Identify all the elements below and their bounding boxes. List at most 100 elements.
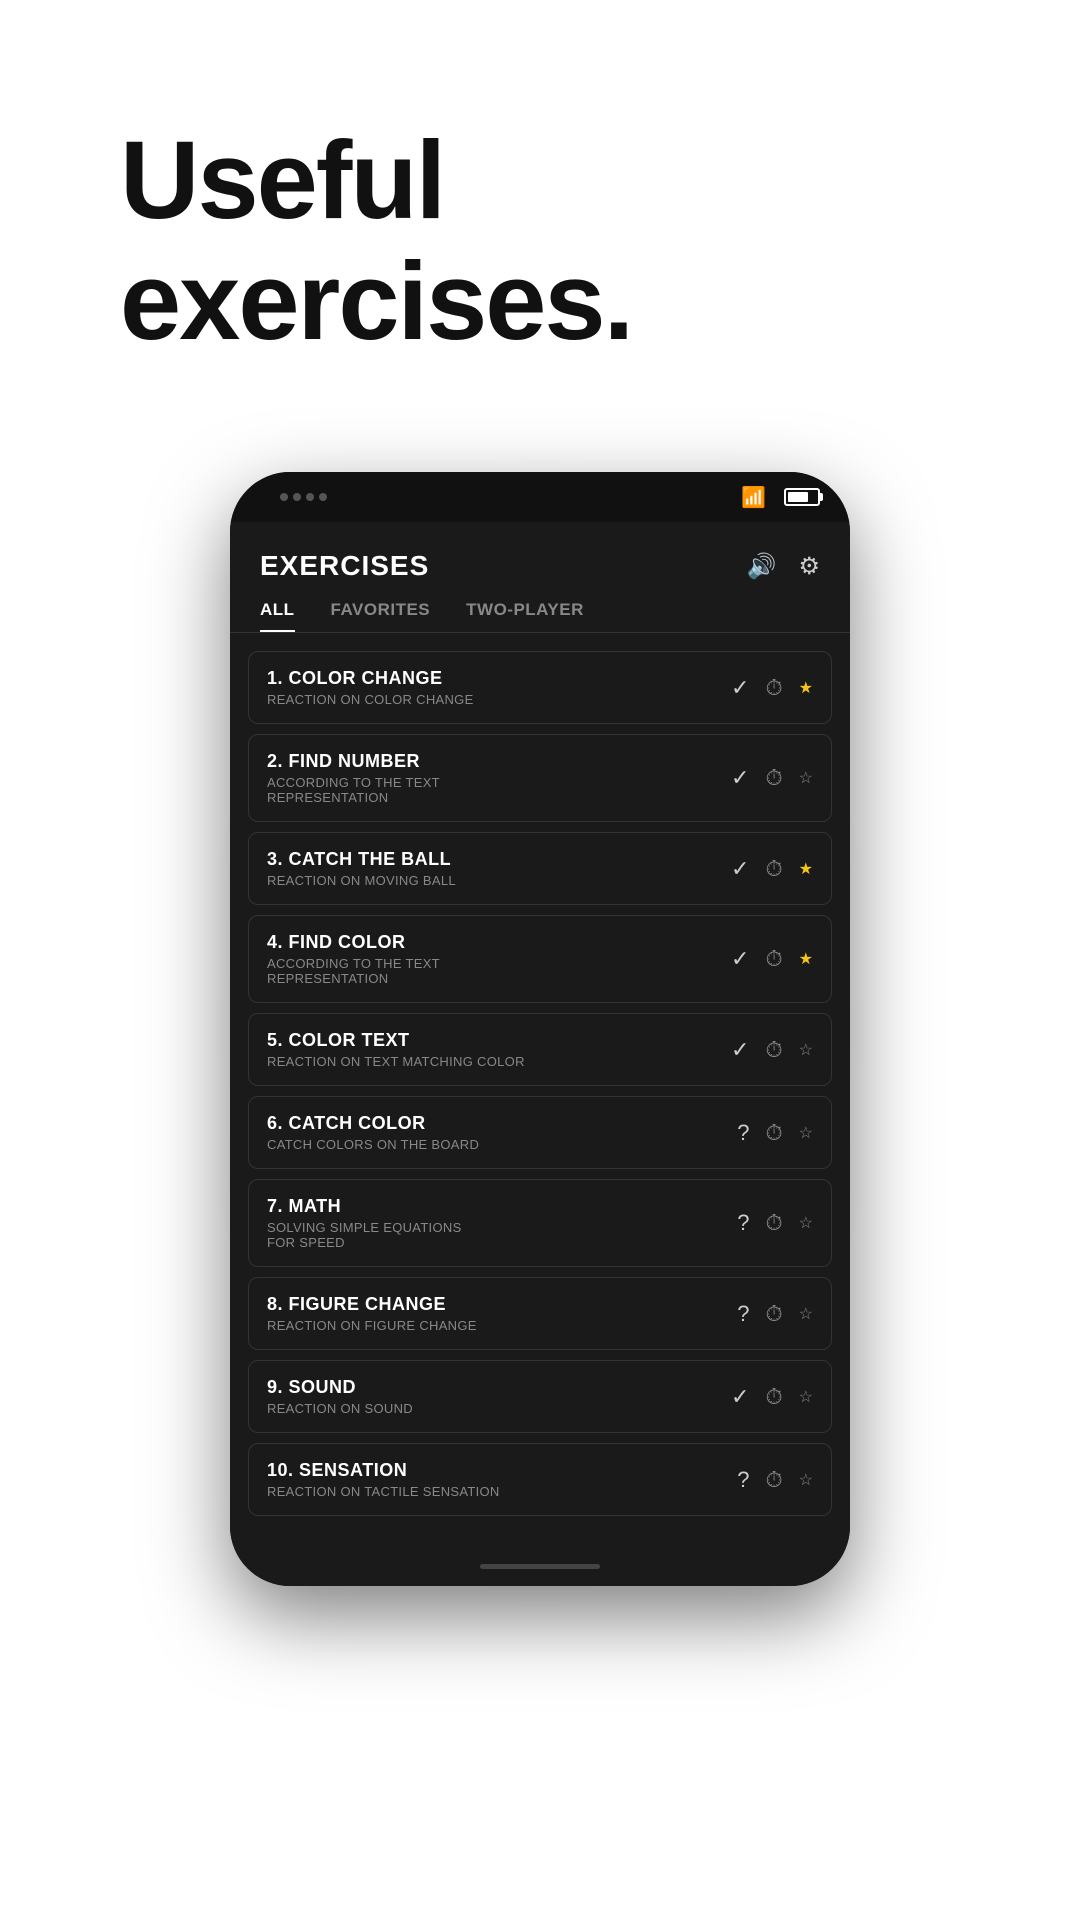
exercise-item-6[interactable]: 6. CATCH COLOR CATCH COLORS ON THE BOARD…: [248, 1096, 832, 1169]
exercise-desc-5: REACTION ON TEXT MATCHING COLOR: [267, 1054, 731, 1069]
history-icon-10[interactable]: ⏱: [765, 1467, 782, 1493]
exercise-desc-6: CATCH COLORS ON THE BOARD: [267, 1137, 737, 1152]
sound-icon[interactable]: 🔊: [747, 552, 777, 581]
tab-two-player[interactable]: TWO-PLAYER: [466, 600, 584, 632]
exercise-item-7[interactable]: 7. MATH SOLVING SIMPLE EQUATIONSFOR SPEE…: [248, 1179, 832, 1267]
exercise-actions-8: ? ⏱ ☆: [737, 1301, 813, 1327]
header-icons: 🔊 ⚙: [747, 552, 820, 581]
question-icon-6: ?: [737, 1120, 749, 1146]
signal-dot-4: [319, 493, 327, 501]
settings-icon[interactable]: ⚙: [798, 552, 820, 581]
exercise-actions-2: ✓ ⏱ ☆: [731, 765, 813, 791]
star-icon-4[interactable]: ★: [799, 949, 813, 969]
exercise-item-9[interactable]: 9. SOUND REACTION ON SOUND ✓ ⏱ ☆: [248, 1360, 832, 1433]
exercise-desc-9: REACTION ON SOUND: [267, 1401, 731, 1416]
exercise-item-10[interactable]: 10. SENSATION REACTION ON TACTILE SENSAT…: [248, 1443, 832, 1516]
exercise-actions-9: ✓ ⏱ ☆: [731, 1384, 813, 1410]
exercise-text-4: 4. FIND COLOR ACCORDING TO THE TEXTREPRE…: [267, 932, 731, 986]
exercise-text-6: 6. CATCH COLOR CATCH COLORS ON THE BOARD: [267, 1113, 737, 1152]
home-indicator: [230, 1546, 850, 1586]
star-icon-8[interactable]: ☆: [799, 1304, 813, 1324]
exercise-text-9: 9. SOUND REACTION ON SOUND: [267, 1377, 731, 1416]
exercise-desc-10: REACTION ON TACTILE SENSATION: [267, 1484, 737, 1499]
battery-fill: [788, 492, 808, 502]
exercise-text-7: 7. MATH SOLVING SIMPLE EQUATIONSFOR SPEE…: [267, 1196, 737, 1250]
star-icon-3[interactable]: ★: [799, 859, 813, 879]
exercise-item-4[interactable]: 4. FIND COLOR ACCORDING TO THE TEXTREPRE…: [248, 915, 832, 1003]
exercise-actions-6: ? ⏱ ☆: [737, 1120, 813, 1146]
exercise-item-3[interactable]: 3. CATCH THE BALL REACTION ON MOVING BAL…: [248, 832, 832, 905]
exercise-name-6: 6. CATCH COLOR: [267, 1113, 737, 1134]
signal-dot-1: [280, 493, 288, 501]
star-icon-6[interactable]: ☆: [799, 1123, 813, 1143]
history-icon-9[interactable]: ⏱: [765, 1384, 782, 1410]
history-icon-6[interactable]: ⏱: [765, 1120, 782, 1146]
exercise-item-2[interactable]: 2. FIND NUMBER ACCORDING TO THE TEXTREPR…: [248, 734, 832, 822]
signal-dots: [280, 493, 327, 501]
exercise-actions-7: ? ⏱ ☆: [737, 1210, 813, 1236]
status-bar: 📶: [230, 472, 850, 522]
app-screen: EXERCISES 🔊 ⚙ ALL FAVORITES TWO-PLAYER 1…: [230, 522, 850, 1546]
check-icon-2: ✓: [731, 765, 749, 791]
signal-dot-2: [293, 493, 301, 501]
star-icon-7[interactable]: ☆: [799, 1213, 813, 1233]
question-icon-10: ?: [737, 1467, 749, 1493]
history-icon-8[interactable]: ⏱: [765, 1301, 782, 1327]
battery-icon: [784, 488, 820, 506]
history-icon-4[interactable]: ⏱: [765, 946, 782, 972]
exercise-desc-4: ACCORDING TO THE TEXTREPRESENTATION: [267, 956, 731, 986]
exercise-desc-7: SOLVING SIMPLE EQUATIONSFOR SPEED: [267, 1220, 737, 1250]
exercise-item-1[interactable]: 1. COLOR CHANGE REACTION ON COLOR CHANGE…: [248, 651, 832, 724]
star-icon-9[interactable]: ☆: [799, 1387, 813, 1407]
star-icon-1[interactable]: ★: [799, 678, 813, 698]
exercise-text-1: 1. COLOR CHANGE REACTION ON COLOR CHANGE: [267, 668, 731, 707]
check-icon-3: ✓: [731, 856, 749, 882]
hero-title-line1: Useful: [120, 119, 444, 242]
tab-all[interactable]: ALL: [260, 600, 295, 632]
home-bar: [480, 1564, 600, 1569]
star-icon-10[interactable]: ☆: [799, 1470, 813, 1490]
exercise-text-5: 5. COLOR TEXT REACTION ON TEXT MATCHING …: [267, 1030, 731, 1069]
exercise-name-3: 3. CATCH THE BALL: [267, 849, 731, 870]
signal-dot-3: [306, 493, 314, 501]
check-icon-1: ✓: [731, 675, 749, 701]
history-icon-2[interactable]: ⏱: [765, 765, 782, 791]
history-icon-1[interactable]: ⏱: [765, 675, 782, 701]
exercise-actions-1: ✓ ⏱ ★: [731, 675, 813, 701]
exercise-actions-3: ✓ ⏱ ★: [731, 856, 813, 882]
exercise-actions-4: ✓ ⏱ ★: [731, 946, 813, 972]
screen-header: EXERCISES 🔊 ⚙: [230, 522, 850, 600]
question-icon-7: ?: [737, 1210, 749, 1236]
exercise-actions-5: ✓ ⏱ ☆: [731, 1037, 813, 1063]
check-icon-4: ✓: [731, 946, 749, 972]
exercise-name-4: 4. FIND COLOR: [267, 932, 731, 953]
phone-wrapper: 📶 EXERCISES 🔊 ⚙ ALL FAVORITES TWO-PLAYER: [200, 442, 880, 1616]
exercise-name-10: 10. SENSATION: [267, 1460, 737, 1481]
history-icon-7[interactable]: ⏱: [765, 1210, 782, 1236]
tabs-row: ALL FAVORITES TWO-PLAYER: [230, 600, 850, 633]
exercise-desc-1: REACTION ON COLOR CHANGE: [267, 692, 731, 707]
question-icon-8: ?: [737, 1301, 749, 1327]
tab-favorites[interactable]: FAVORITES: [331, 600, 431, 632]
exercise-text-10: 10. SENSATION REACTION ON TACTILE SENSAT…: [267, 1460, 737, 1499]
star-icon-5[interactable]: ☆: [799, 1040, 813, 1060]
star-icon-2[interactable]: ☆: [799, 768, 813, 788]
exercise-desc-2: ACCORDING TO THE TEXTREPRESENTATION: [267, 775, 731, 805]
check-icon-9: ✓: [731, 1384, 749, 1410]
exercise-text-2: 2. FIND NUMBER ACCORDING TO THE TEXTREPR…: [267, 751, 731, 805]
exercise-text-8: 8. FIGURE CHANGE REACTION ON FIGURE CHAN…: [267, 1294, 737, 1333]
history-icon-3[interactable]: ⏱: [765, 856, 782, 882]
exercise-desc-3: REACTION ON MOVING BALL: [267, 873, 731, 888]
hero-title: Useful exercises.: [0, 0, 1080, 362]
phone-mockup: 📶 EXERCISES 🔊 ⚙ ALL FAVORITES TWO-PLAYER: [230, 472, 850, 1586]
exercise-name-8: 8. FIGURE CHANGE: [267, 1294, 737, 1315]
exercise-item-8[interactable]: 8. FIGURE CHANGE REACTION ON FIGURE CHAN…: [248, 1277, 832, 1350]
check-icon-5: ✓: [731, 1037, 749, 1063]
exercise-item-5[interactable]: 5. COLOR TEXT REACTION ON TEXT MATCHING …: [248, 1013, 832, 1086]
exercise-name-7: 7. MATH: [267, 1196, 737, 1217]
exercise-actions-10: ? ⏱ ☆: [737, 1467, 813, 1493]
exercise-list: 1. COLOR CHANGE REACTION ON COLOR CHANGE…: [230, 651, 850, 1526]
wifi-icon: 📶: [741, 485, 766, 510]
exercise-name-2: 2. FIND NUMBER: [267, 751, 731, 772]
history-icon-5[interactable]: ⏱: [765, 1037, 782, 1063]
